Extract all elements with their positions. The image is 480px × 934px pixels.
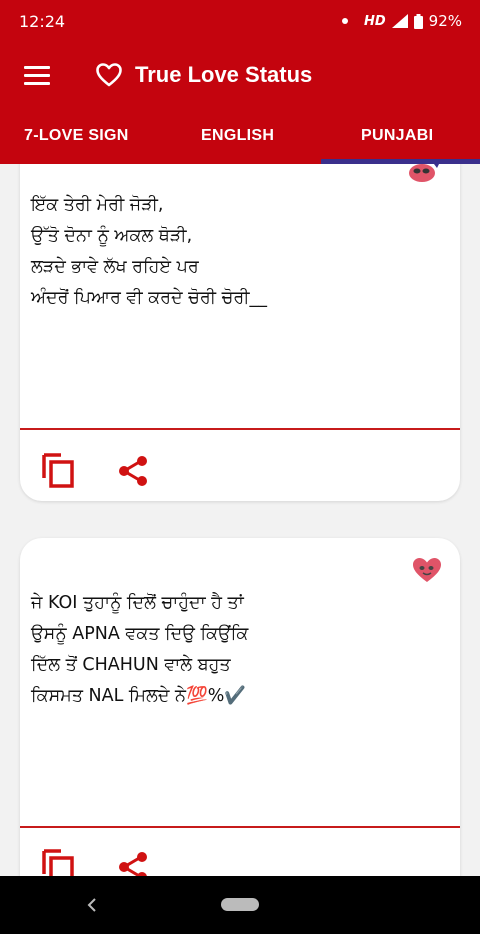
copy-icon[interactable] <box>41 452 75 488</box>
status-line: ਦਿੱਲ ਤੋਂ CHAHUN ਵਾਲੇ ਬਹੁਤ <box>31 655 231 675</box>
status-line: ਲੜਦੇ ਭਾਵੇ ਲੱਖ ਰਹਿਏ ਪਰ <box>31 257 199 277</box>
status-line: ਜੇ KOI ਤੁਹਾਨੂੰ ਦਿਲੋਂ ਚਾਹੁੰਦਾ ਹੈ ਤਾਂ <box>31 593 244 613</box>
status-card: ਜੇ KOI ਤੁਹਾਨੂੰ ਦਿਲੋਂ ਚਾਹੁੰਦਾ ਹੈ ਤਾਂ ਉਸਨੂੰ… <box>20 538 460 876</box>
status-line: ਉਸਨੂੰ APNA ਵਕਤ ਦਿਉ ਕਿਉਂਕਿ <box>31 624 249 644</box>
signal-icon <box>391 14 408 28</box>
status-line: ਅੰਦਰੋਂ ਪਿਆਰ ਵੀ ਕਰਦੇ ਚੋਰੀ ਚੋਰੀ__ <box>31 288 268 308</box>
battery-percent: 92% <box>428 12 462 30</box>
tab-punjabi[interactable]: PUNJABI <box>361 127 433 145</box>
status-icons: HD 92% <box>341 12 462 30</box>
tab-7-love-sign[interactable]: 7-LOVE SIGN <box>24 127 129 145</box>
heart-sticker-icon <box>413 558 441 582</box>
status-bar: 12:24 HD 92% <box>0 0 480 44</box>
status-list[interactable]: ਇੱਕ ਤੇਰੀ ਮੇਰੀ ਜੋੜੀ, ਉੱਤੋ ਦੋਨਾ ਨੂੰ ਅਕਲ ਥੋੜ… <box>0 164 480 876</box>
share-icon[interactable] <box>116 454 150 488</box>
copy-icon[interactable] <box>41 848 75 876</box>
status-text: ਇੱਕ ਤੇਰੀ ਮੇਰੀ ਜੋੜੀ, ਉੱਤੋ ਦੋਨਾ ਨੂੰ ਅਕਲ ਥੋੜ… <box>31 190 267 314</box>
status-line: ਇੱਕ ਤੇਰੀ ਮੇਰੀ ਜੋੜੀ, <box>31 195 164 215</box>
notification-dot-icon <box>341 18 348 24</box>
network-type-label: HD <box>363 13 386 29</box>
home-pill-button[interactable] <box>221 898 259 911</box>
heart-outline-icon <box>96 63 122 87</box>
status-line: ਉੱਤੋ ਦੋਨਾ ਨੂੰ ਅਕਲ ਥੋੜੀ, <box>31 226 193 246</box>
heart-sticker-icon <box>409 164 439 182</box>
tab-english[interactable]: ENGLISH <box>201 127 274 145</box>
battery-icon <box>413 13 423 29</box>
tab-bar: 7-LOVE SIGN ENGLISH PUNJABI <box>0 108 480 164</box>
hamburger-menu-icon[interactable] <box>24 66 50 86</box>
app-bar: True Love Status <box>0 44 480 108</box>
card-divider <box>20 428 460 430</box>
app-title: True Love Status <box>135 62 313 87</box>
status-line: ਕਿਸਮਤ NAL ਮਿਲਦੇ ਨੇ💯%✔️ <box>31 686 247 706</box>
back-chevron-icon[interactable] <box>86 896 98 914</box>
card-divider <box>20 826 460 828</box>
status-card: ਇੱਕ ਤੇਰੀ ਮੇਰੀ ਜੋੜੀ, ਉੱਤੋ ਦੋਨਾ ਨੂੰ ਅਕਲ ਥੋੜ… <box>20 164 460 501</box>
system-nav-bar <box>0 876 480 934</box>
share-icon[interactable] <box>116 850 150 876</box>
status-time: 12:24 <box>19 12 66 31</box>
status-text: ਜੇ KOI ਤੁਹਾਨੂੰ ਦਿਲੋਂ ਚਾਹੁੰਦਾ ਹੈ ਤਾਂ ਉਸਨੂੰ… <box>31 588 248 712</box>
